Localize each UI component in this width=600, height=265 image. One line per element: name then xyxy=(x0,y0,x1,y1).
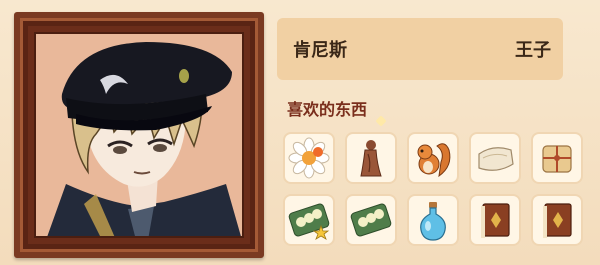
liked-item-slot[interactable] xyxy=(469,194,521,246)
sparkle-icon xyxy=(375,115,387,127)
liked-item-slot[interactable] xyxy=(345,194,397,246)
liked-item-slot[interactable] xyxy=(283,194,335,246)
brown-book-icon xyxy=(481,203,510,238)
wooden-figurine-icon xyxy=(360,140,382,177)
squirrel-icon xyxy=(417,143,451,178)
liked-items-grid xyxy=(283,132,583,252)
dango-tray-icon xyxy=(350,203,392,237)
liked-item-slot[interactable] xyxy=(531,194,583,246)
daisy-flower-icon xyxy=(288,137,330,179)
likes-label: 喜欢的东西 xyxy=(287,100,368,119)
portrait-frame xyxy=(14,12,264,258)
liked-item-slot[interactable] xyxy=(531,132,583,184)
liked-item-slot[interactable] xyxy=(407,194,459,246)
liked-item-slot[interactable] xyxy=(283,132,335,184)
character-name: 肯尼斯 xyxy=(293,40,347,61)
character-info-panel: 肯尼斯 王子 喜欢的东西 xyxy=(0,0,600,265)
tied-package-icon xyxy=(542,145,572,173)
blue-potion-icon xyxy=(420,202,446,241)
liked-item-slot[interactable] xyxy=(345,132,397,184)
character-title: 王子 xyxy=(515,40,551,61)
liked-item-slot[interactable] xyxy=(469,132,521,184)
liked-item-slot[interactable] xyxy=(407,132,459,184)
brown-book-icon xyxy=(543,203,572,238)
character-name-bar: 肯尼斯 王子 xyxy=(277,18,563,80)
dango-tray-star-icon xyxy=(288,203,330,240)
cloth-bundle-icon xyxy=(478,147,514,171)
character-portrait xyxy=(34,32,244,238)
